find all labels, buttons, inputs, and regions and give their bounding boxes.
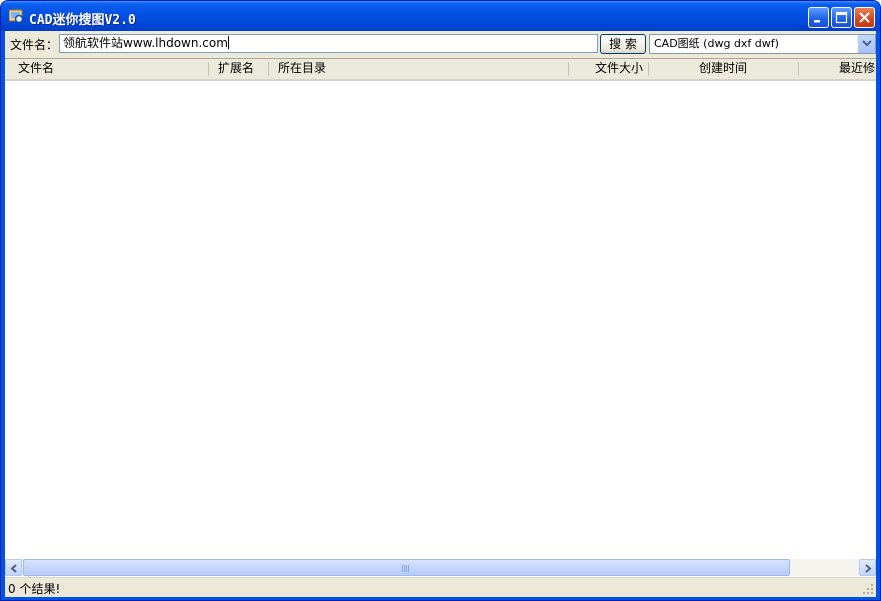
list-header: 文件名 扩展名 所在目录 文件大小 创建时间 最近修 [5,59,876,81]
result-count-status: 0 个结果! [8,582,61,596]
scroll-left-button[interactable] [5,559,22,576]
filename-input[interactable]: 领航软件站www.lhdown.com [59,34,598,53]
column-header-extension[interactable]: 扩展名 [218,59,254,79]
list-body[interactable] [5,81,876,559]
search-button[interactable]: 搜 索 [600,34,646,54]
scroll-right-button[interactable] [859,559,876,576]
column-header-size[interactable]: 文件大小 [568,59,643,79]
window-title: CAD迷你搜图V2.0 [29,13,136,28]
filename-input-value: 领航软件站www.lhdown.com [63,36,228,50]
chevron-down-icon [862,40,872,47]
column-header-directory[interactable]: 所在目录 [278,59,326,79]
resize-grip-icon[interactable] [862,583,874,595]
scroll-thumb[interactable] [23,559,790,576]
file-type-select[interactable]: CAD图纸 (dwg dxf dwf) [649,34,876,54]
filename-label: 文件名： [10,38,59,52]
column-divider[interactable] [798,62,799,76]
search-toolbar: 文件名： 领航软件站www.lhdown.com 搜 索 CAD图纸 (dwg … [5,31,876,57]
close-icon [859,12,870,23]
minimize-icon [814,20,820,23]
maximize-icon [835,11,848,24]
scroll-grip [402,565,410,572]
title-bar[interactable]: CAD迷你搜图V2.0 [1,1,880,31]
column-header-filename[interactable]: 文件名 [18,59,54,79]
status-bar: 0 个结果! [5,577,876,597]
close-button[interactable] [854,7,875,28]
maximize-button[interactable] [831,7,852,28]
column-divider[interactable] [268,62,269,76]
window-client-area: 文件名： 领航软件站www.lhdown.com 搜 索 CAD图纸 (dwg … [5,31,876,597]
horizontal-scrollbar[interactable] [5,559,876,576]
app-search-icon [9,9,25,25]
chevron-right-icon [865,564,872,573]
file-type-dropdown-button[interactable] [858,35,875,53]
column-divider[interactable] [208,62,209,76]
column-header-created[interactable]: 创建时间 [648,59,798,79]
file-type-selected-value: CAD图纸 (dwg dxf dwf) [654,37,779,50]
text-caret [227,36,229,49]
column-header-modified[interactable]: 最近修 [839,59,875,79]
results-list[interactable]: 文件名 扩展名 所在目录 文件大小 创建时间 最近修 [5,58,876,578]
app-window: CAD迷你搜图V2.0 文件名： 领航软件站www.lhdown.com 搜 索 [0,0,881,601]
chevron-left-icon [10,564,17,573]
minimize-button[interactable] [808,7,829,28]
